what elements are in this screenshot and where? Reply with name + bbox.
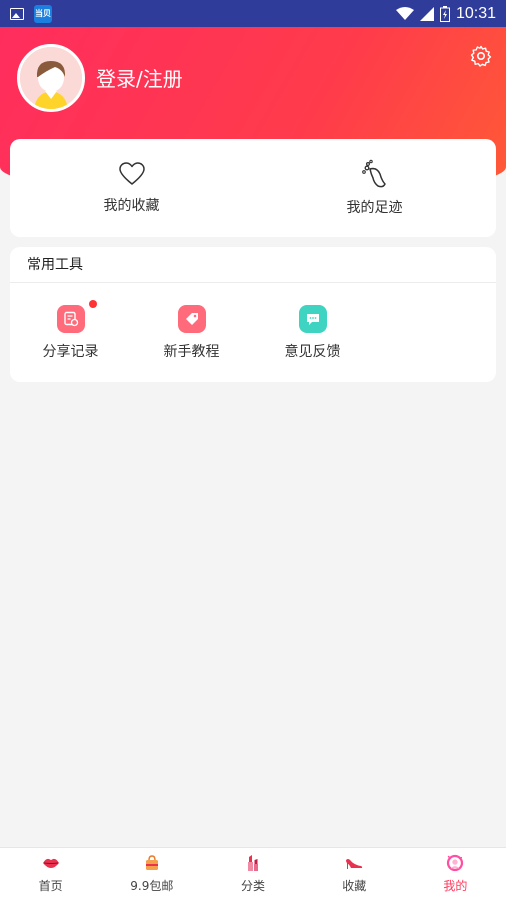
lips-icon bbox=[42, 854, 60, 872]
nav-category-label: 分类 bbox=[241, 879, 266, 893]
nav-home[interactable]: 首页 bbox=[0, 848, 101, 900]
nav-free-shipping[interactable]: 9.9包邮 bbox=[101, 848, 202, 900]
gear-icon[interactable] bbox=[469, 44, 493, 68]
share-record-label: 分享记录 bbox=[42, 344, 99, 360]
footprint-icon bbox=[361, 159, 386, 188]
share-record-button[interactable]: 分享记录 bbox=[10, 300, 131, 361]
my-favorites-button[interactable]: 我的收藏 bbox=[10, 139, 253, 237]
chat-icon bbox=[298, 305, 327, 333]
nav-category[interactable]: 分类 bbox=[202, 848, 303, 900]
bottom-navigation: 首页 9.9包邮 分类 收藏 我的 bbox=[0, 847, 506, 900]
nav-mine-label: 我的 bbox=[443, 879, 468, 893]
nav-favorites[interactable]: 收藏 bbox=[304, 848, 405, 900]
high-heel-icon bbox=[345, 854, 363, 872]
avatar[interactable] bbox=[17, 44, 85, 112]
wifi-icon bbox=[395, 6, 414, 20]
feedback-label: 意见反馈 bbox=[284, 344, 341, 360]
gallery-notification-icon bbox=[10, 7, 24, 20]
nav-home-label: 首页 bbox=[38, 879, 63, 893]
common-tools-card: 常用工具 分享记录 新手教程 意见反馈 bbox=[10, 247, 496, 382]
heart-icon bbox=[118, 162, 145, 185]
nav-favorites-label: 收藏 bbox=[342, 879, 367, 893]
profile-icon bbox=[446, 854, 464, 872]
favorites-card: 我的收藏 我的足迹 bbox=[10, 139, 496, 237]
status-bar: 当贝 10:31 bbox=[0, 0, 506, 27]
feedback-button[interactable]: 意见反馈 bbox=[252, 305, 373, 361]
beginner-tutorial-button[interactable]: 新手教程 bbox=[131, 305, 252, 361]
lipstick-icon bbox=[244, 854, 262, 872]
nav-free-shipping-label: 9.9包邮 bbox=[130, 879, 174, 893]
avatar-illustration bbox=[20, 47, 82, 109]
my-favorites-label: 我的收藏 bbox=[103, 198, 160, 214]
share-record-icon bbox=[56, 305, 85, 333]
app-notification-icon: 当贝 bbox=[34, 4, 52, 23]
beginner-tutorial-label: 新手教程 bbox=[163, 344, 220, 360]
unread-badge bbox=[89, 300, 97, 308]
common-tools-title: 常用工具 bbox=[10, 247, 496, 283]
tools-list: 分享记录 新手教程 意见反馈 bbox=[10, 283, 496, 361]
bag-icon bbox=[143, 854, 161, 872]
battery-icon bbox=[439, 5, 450, 22]
login-register-link[interactable]: 登录/注册 bbox=[96, 63, 183, 92]
my-footprints-label: 我的足迹 bbox=[346, 200, 403, 216]
tag-icon bbox=[177, 305, 206, 333]
my-footprints-button[interactable]: 我的足迹 bbox=[253, 139, 496, 237]
clock: 10:31 bbox=[455, 4, 496, 22]
nav-mine[interactable]: 我的 bbox=[405, 848, 506, 900]
signal-icon bbox=[419, 6, 434, 21]
